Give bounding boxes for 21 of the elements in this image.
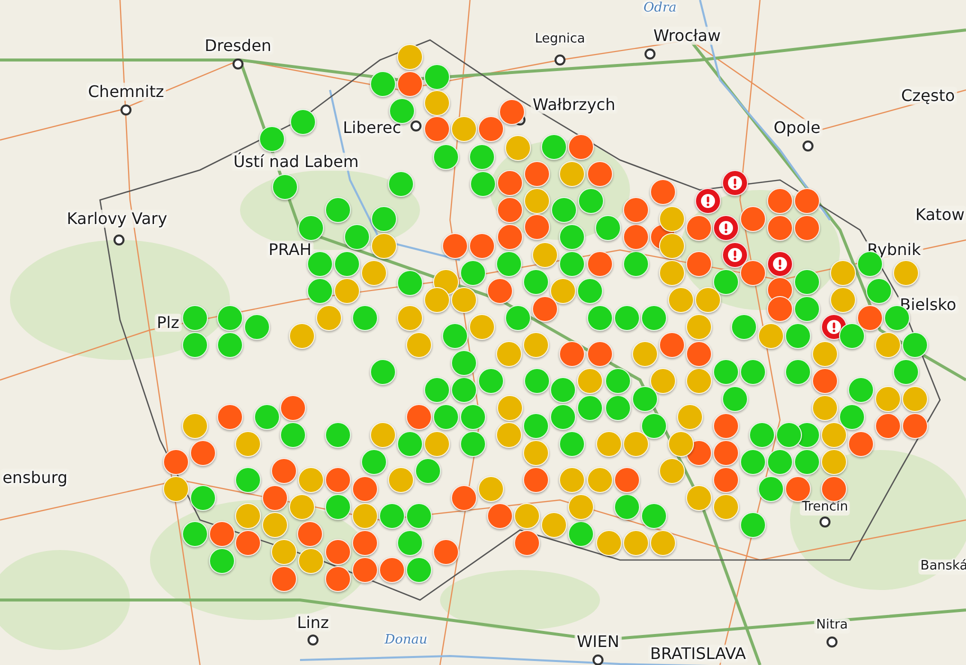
place-label: Chemnitz: [86, 82, 166, 102]
place-label: Trenčín: [800, 500, 850, 516]
place-label: Karlovy Vary: [64, 210, 170, 228]
place-label: Opole: [772, 118, 822, 138]
place-label: Katow: [913, 206, 966, 224]
place-label: Wrocław: [651, 26, 723, 46]
place-label: Dresden: [202, 36, 274, 56]
place-label: WIEN: [574, 632, 622, 652]
place-label: Często: [899, 86, 957, 106]
place-label: Plz: [154, 314, 182, 332]
river-label: Odra: [642, 2, 678, 16]
place-label: BRATISLAVA: [648, 644, 748, 664]
place-label: Linz: [295, 614, 331, 632]
place-label: Wałbrzych: [530, 96, 618, 114]
place-label: Ústí nad Labem: [231, 152, 361, 172]
place-label: ensburg: [0, 468, 70, 488]
place-label: Nitra: [814, 618, 850, 634]
place-label: Legnica: [532, 32, 588, 48]
place-label: Banská: [918, 560, 966, 574]
place-label: Liberec: [340, 118, 404, 138]
river-label: Donau: [382, 634, 430, 648]
